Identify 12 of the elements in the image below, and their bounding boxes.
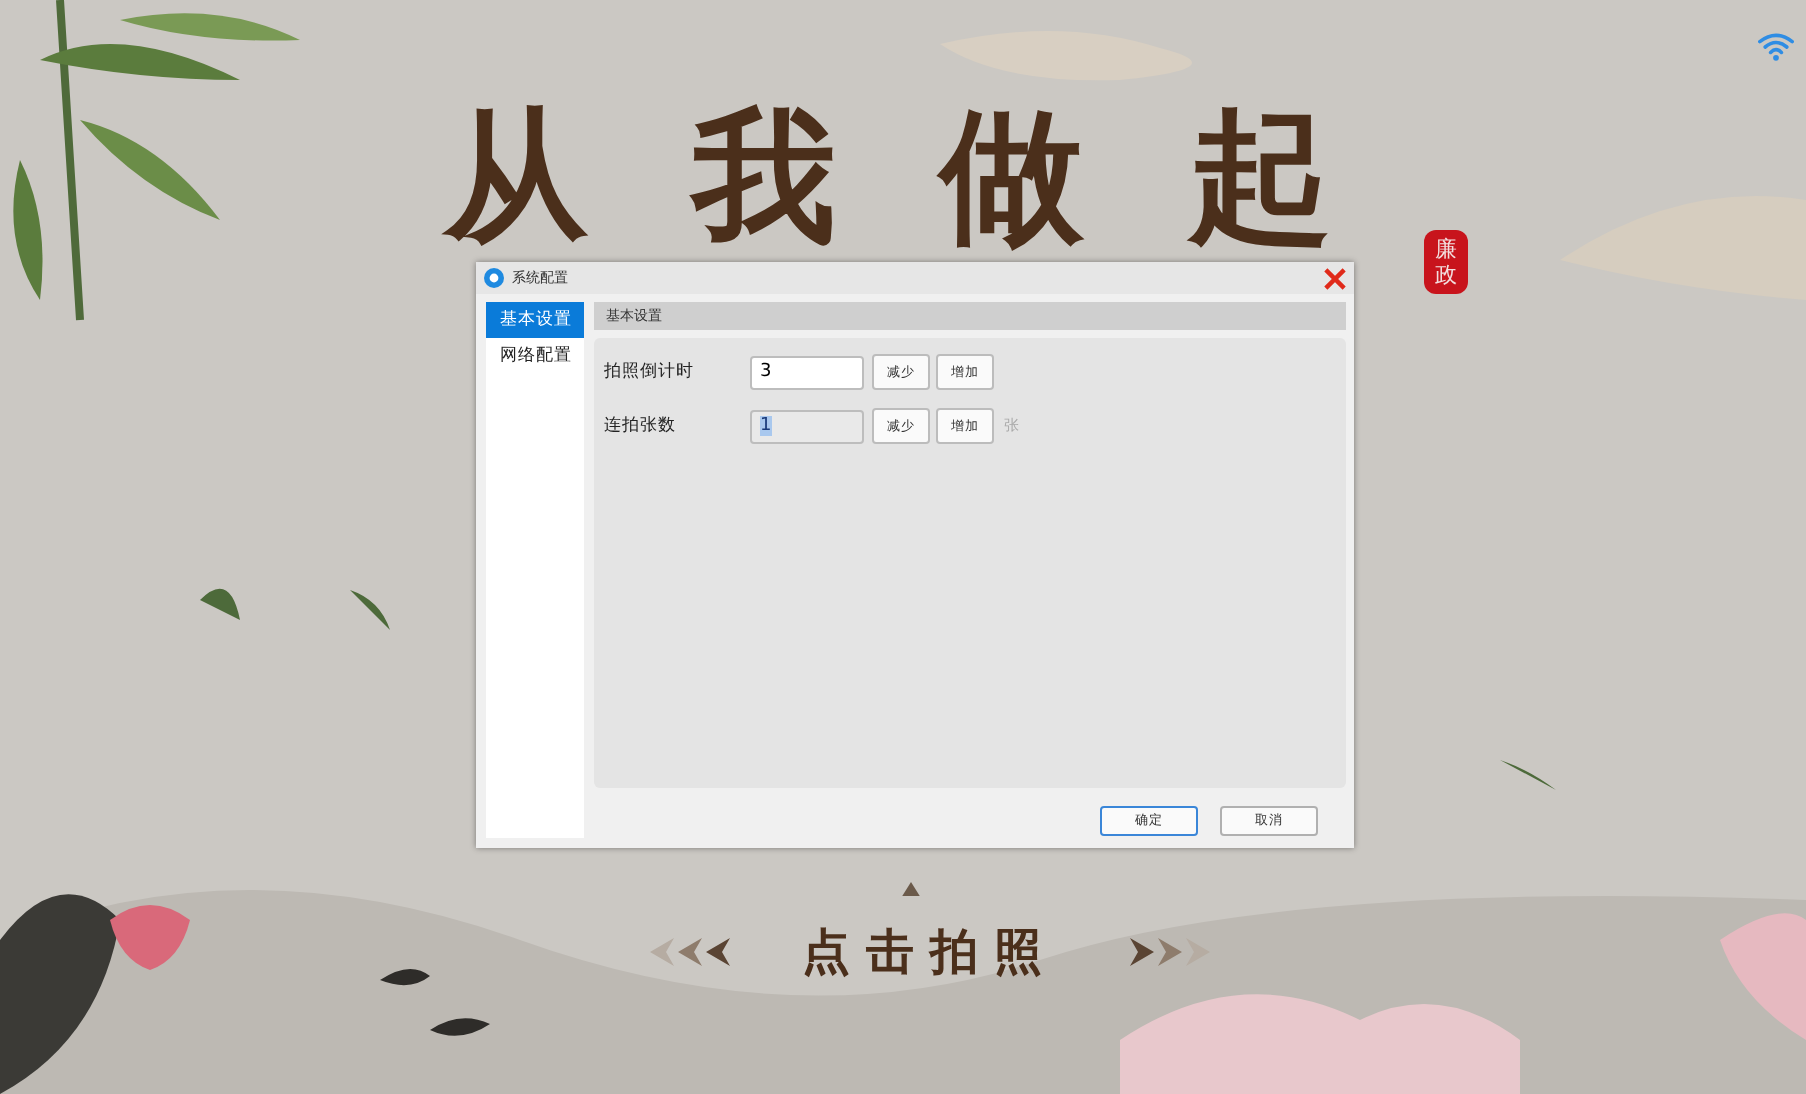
capture-button[interactable]: 点击拍照 <box>802 920 1058 984</box>
close-icon[interactable] <box>1324 267 1346 289</box>
app-icon <box>484 268 504 288</box>
sidebar-item[interactable]: 基本设置 <box>486 302 584 338</box>
seal-stamp: 廉政 <box>1424 230 1468 295</box>
triangle-icon <box>902 882 920 896</box>
number-field[interactable]: 1 <box>750 409 864 443</box>
number-field[interactable]: 3 <box>750 355 864 389</box>
sidebar-item[interactable]: 网络配置 <box>486 338 584 374</box>
setting-label: 拍照倒计时 <box>604 360 696 384</box>
setting-label: 连拍张数 <box>604 414 678 438</box>
wifi-icon <box>1758 32 1794 62</box>
